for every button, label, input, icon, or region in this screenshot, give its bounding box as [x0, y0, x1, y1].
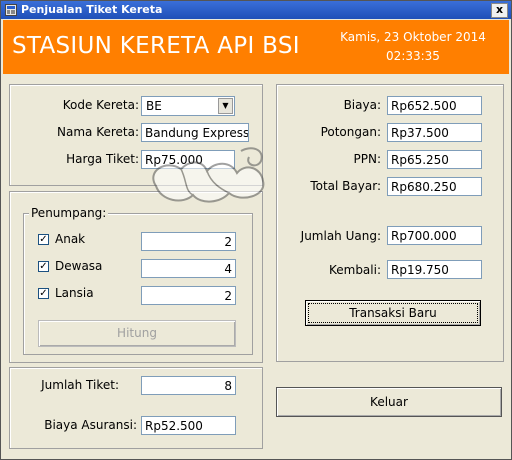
insurance-field[interactable]: Rp52.500 [141, 416, 236, 435]
insurance-label: Biaya Asuransi: [44, 418, 137, 432]
title-bar: Penjualan Tiket Kereta x [1, 1, 511, 19]
close-icon: x [495, 3, 504, 16]
tax-label: PPN: [353, 152, 382, 166]
ticket-count-field[interactable]: 8 [141, 376, 236, 395]
paid-field[interactable]: Rp700.000 [387, 226, 482, 245]
new-transaction-button[interactable]: Transaksi Baru [305, 300, 481, 326]
tax-field[interactable]: Rp65.250 [387, 150, 482, 169]
exit-button[interactable]: Keluar [276, 387, 502, 417]
child-label: Anak [55, 232, 86, 246]
adult-label: Dewasa [55, 259, 103, 273]
current-date: Kamis, 23 Oktober 2014 [340, 30, 486, 44]
ticket-price-label: Harga Tiket: [66, 152, 139, 166]
station-name: STASIUN KERETA API BSI [12, 33, 300, 59]
elderly-label: Lansia [55, 286, 94, 300]
adult-count-field[interactable]: 4 [141, 259, 236, 278]
station-banner: STASIUN KERETA API BSI Kamis, 23 Oktober… [3, 20, 509, 74]
paid-label: Jumlah Uang: [300, 229, 381, 243]
cost-label: Biaya: [343, 98, 381, 112]
adult-checkbox[interactable]: ✓ [38, 261, 49, 272]
elderly-checkbox[interactable]: ✓ [38, 288, 49, 299]
close-button[interactable]: x [491, 3, 508, 18]
app-icon [5, 4, 17, 16]
train-code-label: Kode Kereta: [62, 98, 139, 112]
ticket-count-label: Jumlah Tiket: [41, 378, 119, 392]
train-name-label: Nama Kereta: [57, 125, 139, 139]
discount-field[interactable]: Rp37.500 [387, 123, 482, 142]
elderly-count-field[interactable]: 2 [141, 286, 236, 305]
child-checkbox[interactable]: ✓ [38, 234, 49, 245]
train-code-value: BE [146, 99, 162, 113]
cost-field[interactable]: Rp652.500 [387, 96, 482, 115]
discount-label: Potongan: [320, 125, 381, 139]
watermark-logo [152, 147, 265, 203]
total-label: Total Bayar: [310, 179, 381, 193]
change-field[interactable]: Rp19.750 [387, 260, 482, 279]
train-name-field[interactable]: Bandung Express [141, 123, 249, 142]
train-code-dropdown[interactable]: BE ▼ [141, 96, 235, 116]
main-window: Penjualan Tiket Kereta x STASIUN KERETA … [0, 0, 512, 460]
child-count-field[interactable]: 2 [141, 232, 236, 251]
chevron-down-icon[interactable]: ▼ [218, 98, 233, 114]
current-time: 02:33:35 [386, 49, 440, 63]
passenger-group-label: Penumpang: [29, 206, 109, 220]
total-field[interactable]: Rp680.250 [387, 177, 482, 196]
change-label: Kembali: [328, 263, 381, 277]
window-title: Penjualan Tiket Kereta [21, 3, 163, 16]
compute-button[interactable]: Hitung [38, 320, 236, 347]
